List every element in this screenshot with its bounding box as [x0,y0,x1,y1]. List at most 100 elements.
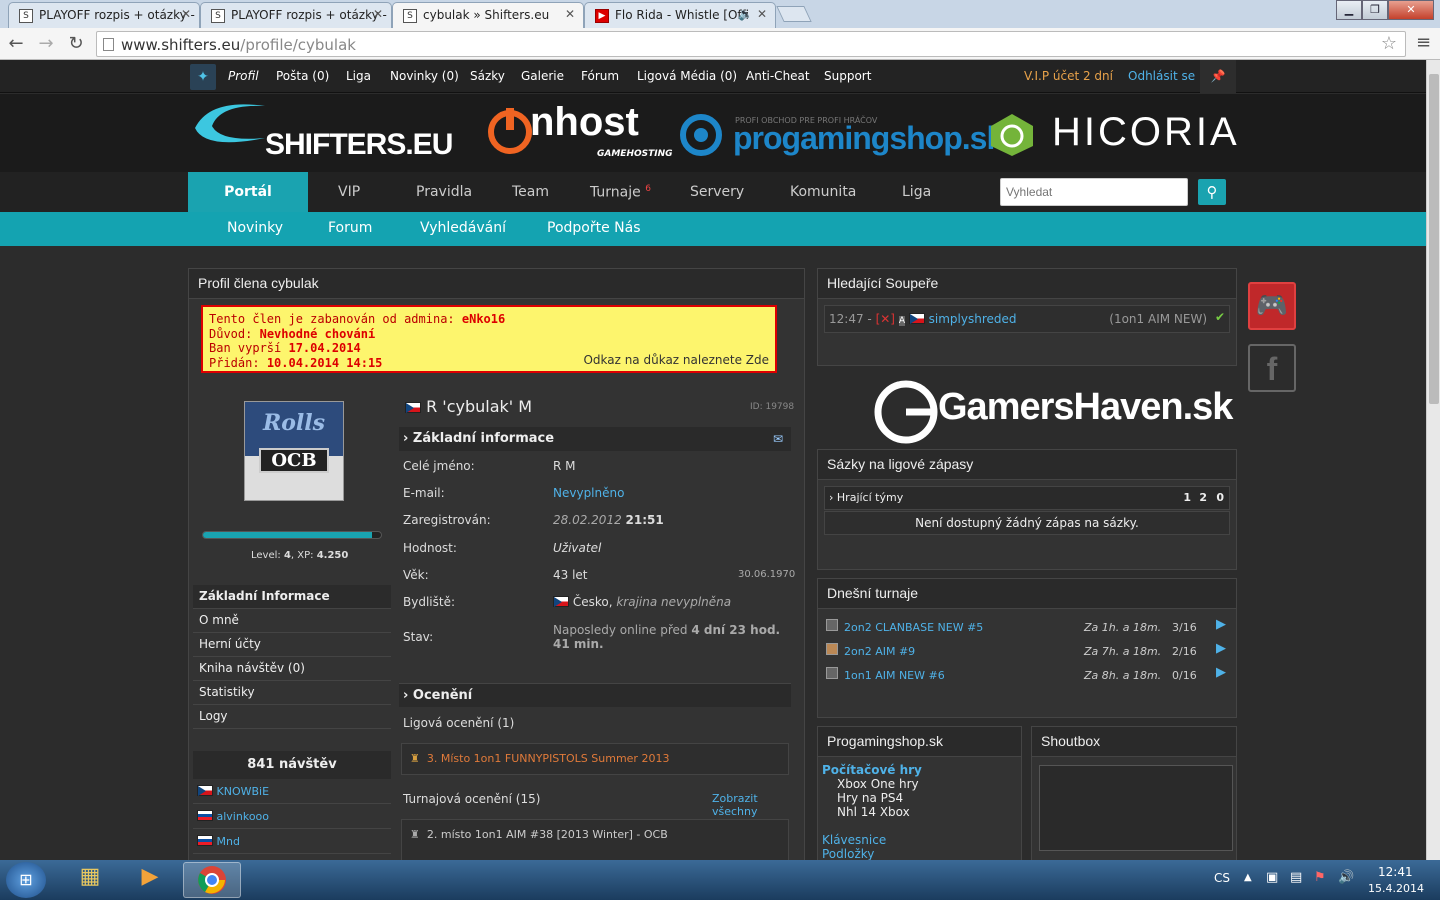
tray-expand-icon[interactable]: ▲ [1244,872,1252,883]
subnav-vyhledavani[interactable]: Vyhledávání [420,220,506,236]
profile-menu-omne[interactable]: O mně [193,609,391,633]
explorer-icon[interactable]: ▦ [68,864,112,896]
forward-icon[interactable]: → [34,32,58,56]
tournament-name[interactable]: 2on2 CLANBASE NEW #5 [844,621,983,634]
visitor-item[interactable]: KNOWBiE [193,779,391,804]
nav-novinky[interactable]: Novinky (0) [390,69,459,83]
action-center-icon[interactable]: ⚑ [1314,870,1326,885]
shop-item[interactable]: Hry na PS4 [837,791,903,805]
shifters-logo-text[interactable]: SHIFTERS.EU [265,128,453,162]
ban-admin-link[interactable]: eNko16 [462,312,505,326]
tournament-row[interactable]: 2on2 CLANBASE NEW #5 Za 1h. a 18m. 3/16 ▶ [826,617,1230,641]
nav-ligova-media[interactable]: Ligová Média (0) [637,69,737,83]
shop-link[interactable]: Podložky [822,847,874,861]
language-indicator[interactable]: CS [1214,871,1230,885]
minimize-button[interactable]: ▁ [1336,0,1362,20]
nav-posta[interactable]: Pošta (0) [276,69,329,83]
profile-menu-zakladni[interactable]: Základní Informace [193,585,391,609]
tab-turnaje[interactable]: Turnaje 6 [590,184,651,201]
tab-pravidla[interactable]: Pravidla [416,184,472,200]
tournament-row[interactable]: 1on1 AIM NEW #6 Za 8h. a 18m. 0/16 ▶ [826,665,1230,689]
email-value[interactable]: Nevyplněno [553,486,624,500]
scrollbar-thumb[interactable] [1429,74,1439,404]
nav-support[interactable]: Support [824,69,871,83]
nav-galerie[interactable]: Galerie [521,69,564,83]
window-close-button[interactable]: ✕ [1388,0,1434,20]
gamershaven-banner[interactable]: GamersHaven.sk [872,372,1233,444]
nav-liga[interactable]: Liga [346,69,371,83]
tray-device-icon[interactable]: ▣ [1266,870,1278,885]
visitor-item[interactable]: alvinkooo [193,804,391,829]
tab-servery[interactable]: Servery [690,184,744,200]
profile-menu-statistiky[interactable]: Statistiky [193,681,391,705]
search-input[interactable] [1000,178,1188,206]
tab-komunita[interactable]: Komunita [790,184,856,200]
address-bar[interactable]: www.shifters.eu/profile/cybulak ☆ [96,31,1406,57]
profile-menu-logy[interactable]: Logy [193,705,391,729]
media-player-icon[interactable]: ▶ [128,864,172,896]
play-icon[interactable]: ▶ [1216,641,1226,656]
onhost-logo[interactable]: nhost [530,100,639,145]
logout-link[interactable]: Odhlásit se [1128,69,1195,83]
start-button[interactable]: ⊞ [6,862,46,898]
clock-date[interactable]: 15.4.2014 [1368,882,1424,895]
browser-tab[interactable]: ▶ Flo Rida - Whistle [Offi 🔈 ✕ [584,2,776,28]
profile-menu-kniha[interactable]: Kniha návštěv (0) [193,657,391,681]
close-icon[interactable]: ✕ [373,7,383,21]
nav-sazky[interactable]: Sázky [470,69,505,83]
tab-liga[interactable]: Liga [902,184,931,200]
search-icon[interactable]: ⚲ [1198,179,1226,205]
chrome-taskbar-button[interactable] [183,862,241,898]
tournament-name[interactable]: 1on1 AIM NEW #6 [844,669,945,682]
mail-icon[interactable]: ✉ [773,432,783,446]
site-logo-icon[interactable]: ✦ [190,64,216,90]
bookmark-star-icon[interactable]: ☆ [1381,33,1397,54]
subnav-podporte[interactable]: Podpořte Nás [547,220,641,236]
reload-icon[interactable]: ↻ [64,32,88,56]
facebook-icon[interactable]: f [1248,344,1296,392]
subnav-forum[interactable]: Forum [328,220,372,236]
browser-tab[interactable]: S PLAYOFF rozpis + otázky - ✕ [200,2,392,28]
profile-menu-herni-ucty[interactable]: Herní účty [193,633,391,657]
pin-icon[interactable]: 📌 [1200,60,1236,93]
progamingshop-logo[interactable]: progamingshop.sk [733,120,1004,157]
scrollbar[interactable] [1426,60,1440,860]
subnav-novinky[interactable]: Novinky [227,220,283,236]
shop-link[interactable]: Klávesnice [822,833,886,847]
network-icon[interactable]: ▤ [1290,870,1302,885]
nav-profil[interactable]: Profil [228,69,259,83]
nav-forum[interactable]: Fórum [581,69,619,83]
ban-notice: Tento člen je zabanován od admina: eNko1… [201,305,777,373]
opponent-row[interactable]: 12:47 - [✕] A simplyshreded (1on1 AIM NE… [824,305,1230,333]
shop-item[interactable]: Nhl 14 Xbox [837,805,910,819]
close-icon[interactable]: ✕ [565,7,575,21]
tab-portal[interactable]: Portál [188,172,308,212]
gamepad-icon[interactable]: 🎮 [1248,282,1296,330]
tab-vip[interactable]: VIP [338,184,360,200]
browser-tab-active[interactable]: Scybulak » Shifters.eu ✕ [392,2,584,28]
maximize-button[interactable]: ❐ [1362,0,1388,20]
close-icon[interactable]: ✕ [757,7,767,21]
close-icon[interactable]: ✕ [181,7,191,21]
play-icon[interactable]: ▶ [1216,665,1226,680]
tab-team[interactable]: Team [512,184,549,200]
back-icon[interactable]: ← [4,32,28,56]
shop-item[interactable]: Xbox One hry [837,777,919,791]
nav-anticheat[interactable]: Anti-Cheat [746,69,810,83]
visitor-item[interactable]: Mnd [193,829,391,854]
browser-tab[interactable]: S PLAYOFF rozpis + otázky - ✕ [8,2,200,28]
tournament-name[interactable]: 2on2 AIM #9 [844,645,915,658]
play-icon[interactable]: ▶ [1216,617,1226,632]
clock-time[interactable]: 12:41 [1378,865,1413,879]
ban-proof-link[interactable]: Odkaz na důkaz naleznete Zde [583,353,769,368]
new-tab-button[interactable] [776,6,812,22]
opponent-player[interactable]: simplyshreded [929,312,1017,326]
vip-account[interactable]: V.I.P účet 2 dní [1024,69,1113,83]
menu-icon[interactable]: ≡ [1416,32,1431,53]
shoutbox-textarea[interactable] [1039,765,1233,851]
tournament-row[interactable]: 2on2 AIM #9 Za 7h. a 18m. 2/16 ▶ [826,641,1230,665]
show-all-link[interactable]: Zobrazit všechny [712,792,804,818]
hicoria-logo[interactable]: HICORIA [1052,110,1240,155]
volume-icon[interactable]: 🔊 [1338,870,1354,885]
shop-category[interactable]: Počítačové hry [822,763,922,777]
